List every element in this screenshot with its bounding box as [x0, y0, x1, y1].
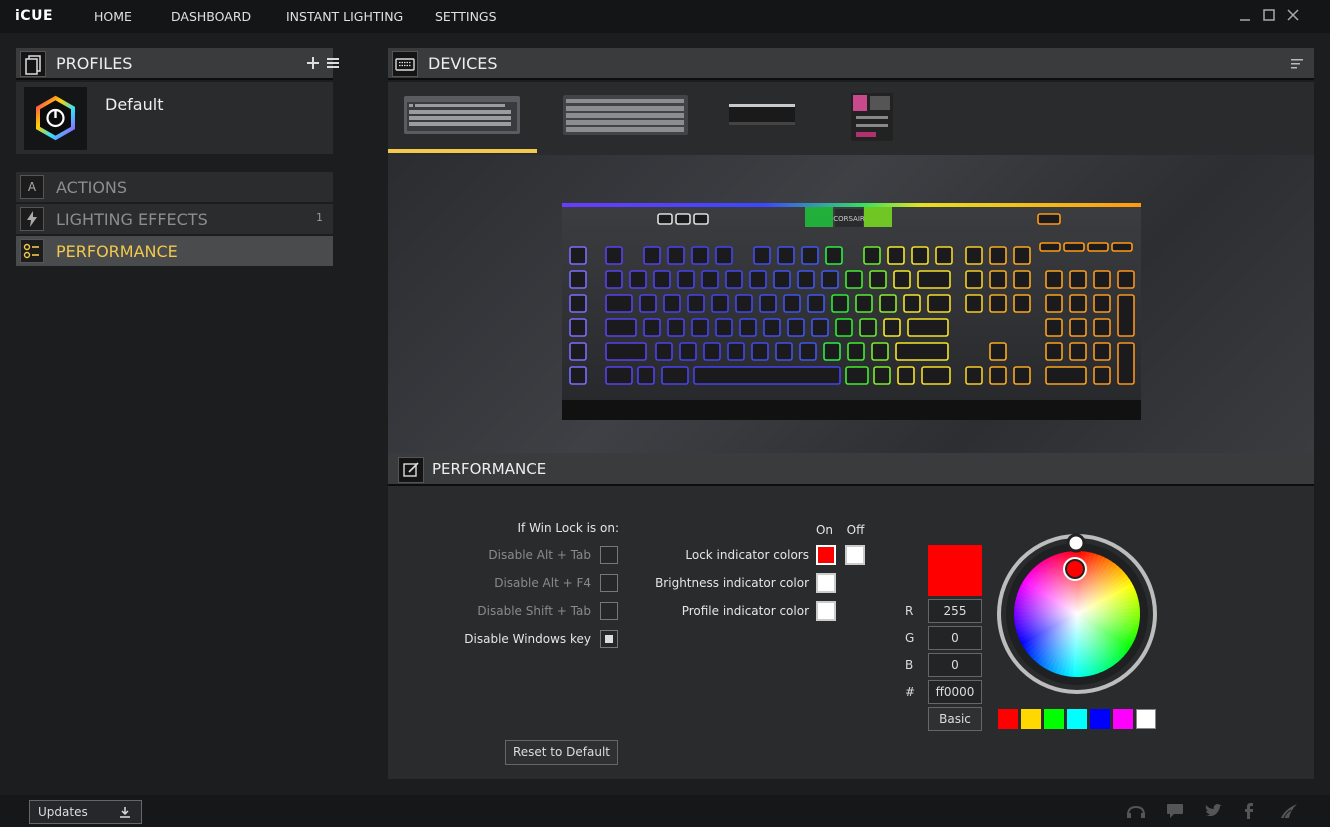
keyboard-icon — [392, 51, 418, 77]
brightness-indicator-swatch[interactable] — [816, 573, 836, 593]
keyboard-preview[interactable]: CORSAIR — [562, 203, 1141, 420]
palette-swatch[interactable] — [1067, 709, 1087, 729]
disable-alt-tab-checkbox[interactable] — [600, 546, 618, 564]
device-keyboard-2[interactable] — [562, 92, 689, 137]
palette-swatch[interactable] — [998, 709, 1018, 729]
twitter-icon[interactable] — [1204, 803, 1222, 819]
option-label: Disable Windows key — [464, 632, 591, 646]
device-keyboard-1[interactable] — [403, 92, 521, 137]
palette-swatch[interactable] — [1044, 709, 1064, 729]
palette-swatch[interactable] — [1136, 709, 1156, 729]
hex-input[interactable]: ff0000 — [928, 680, 982, 704]
profiles-icon — [20, 51, 46, 77]
performance-title: PERFORMANCE — [432, 460, 547, 478]
palette-swatch[interactable] — [1113, 709, 1133, 729]
sidebar-item-label: ACTIONS — [56, 178, 128, 197]
red-label: R — [905, 604, 914, 618]
profile-name: Default — [105, 95, 164, 114]
keyboard-preview-area: CORSAIR — [388, 155, 1314, 453]
updates-label: Updates — [38, 805, 88, 819]
edit-icon — [398, 457, 424, 483]
palette-swatch[interactable] — [1090, 709, 1110, 729]
green-label: G — [905, 631, 915, 645]
support-icon[interactable] — [1126, 803, 1146, 819]
palette-swatch[interactable] — [1021, 709, 1041, 729]
lighting-effects-count: 1 — [316, 211, 323, 224]
selected-device-indicator — [388, 149, 537, 153]
indicator-label: Brightness indicator color — [655, 576, 809, 590]
keyboard-brand: CORSAIR — [833, 215, 865, 223]
device-memory[interactable] — [726, 92, 798, 137]
lightning-icon — [20, 207, 44, 231]
app-window: iCUE HOME DASHBOARD INSTANT LIGHTING SET… — [0, 0, 1330, 827]
profile-indicator-swatch[interactable] — [816, 601, 836, 621]
profile-item-default[interactable]: Default — [16, 82, 333, 154]
sidebar-item-performance[interactable]: PERFORMANCE — [16, 236, 333, 266]
devices-title: DEVICES — [428, 54, 498, 73]
option-label: Disable Shift + Tab — [477, 604, 591, 618]
devices-header: DEVICES — [388, 48, 1314, 80]
lock-indicator-on-swatch[interactable] — [816, 545, 836, 565]
green-input[interactable]: 0 — [928, 626, 982, 650]
profiles-header: PROFILES — [16, 48, 339, 80]
blue-label: B — [905, 658, 914, 672]
column-off-label: Off — [846, 523, 865, 537]
reset-to-default-button[interactable]: Reset to Default — [505, 740, 618, 765]
option-label: Disable Alt + Tab — [488, 548, 591, 562]
forum-icon[interactable] — [1166, 803, 1184, 819]
sidebar-item-label: LIGHTING EFFECTS — [56, 210, 208, 229]
action-icon: A — [20, 175, 44, 199]
brightness-handle[interactable] — [1066, 533, 1086, 553]
lock-indicator-off-swatch[interactable] — [845, 545, 865, 565]
corsair-icon[interactable] — [1280, 803, 1298, 819]
disable-shift-tab-checkbox[interactable] — [600, 602, 618, 620]
nav-settings[interactable]: SETTINGS — [435, 9, 497, 24]
hex-label: # — [905, 685, 916, 699]
nav-instant-lighting[interactable]: INSTANT LIGHTING — [286, 9, 403, 24]
close-icon[interactable] — [1285, 7, 1301, 23]
disable-windows-key-checkbox[interactable] — [600, 630, 618, 648]
device-motherboard[interactable] — [850, 92, 894, 142]
top-bar: iCUE HOME DASHBOARD INSTANT LIGHTING SET… — [0, 0, 1330, 33]
nav-dashboard[interactable]: DASHBOARD — [171, 9, 251, 24]
disable-alt-f4-checkbox[interactable] — [600, 574, 618, 592]
sidebar-item-actions[interactable]: A ACTIONS — [16, 172, 333, 202]
download-icon — [120, 807, 130, 818]
updates-button[interactable]: Updates — [29, 800, 142, 824]
maximize-icon[interactable] — [1261, 7, 1277, 23]
menu-icon[interactable] — [326, 57, 340, 69]
color-picker-handle[interactable] — [1065, 559, 1085, 579]
color-wheel[interactable] — [995, 532, 1159, 696]
indicator-label: Lock indicator colors — [685, 548, 809, 562]
devices-menu-icon[interactable] — [1290, 58, 1304, 70]
profile-avatar — [24, 87, 87, 150]
sidebar-item-lighting-effects[interactable]: LIGHTING EFFECTS 1 — [16, 204, 333, 234]
nav-home[interactable]: HOME — [94, 9, 132, 24]
red-input[interactable]: 255 — [928, 599, 982, 623]
device-list — [388, 82, 1314, 155]
sidebar-item-label: PERFORMANCE — [56, 242, 178, 261]
app-logo: iCUE — [15, 8, 54, 24]
option-label: Disable Alt + F4 — [494, 576, 591, 590]
profiles-title: PROFILES — [56, 54, 133, 73]
color-preview — [928, 545, 982, 596]
add-profile-icon[interactable] — [306, 56, 320, 70]
winlock-heading: If Win Lock is on: — [517, 521, 619, 535]
column-on-label: On — [815, 523, 834, 537]
performance-icon — [20, 239, 44, 263]
blue-input[interactable]: 0 — [928, 653, 982, 677]
minimize-icon[interactable] — [1237, 7, 1253, 23]
facebook-icon[interactable] — [1244, 803, 1254, 819]
basic-button[interactable]: Basic — [928, 707, 982, 731]
indicator-label: Profile indicator color — [681, 604, 809, 618]
performance-header: PERFORMANCE — [388, 453, 1314, 486]
